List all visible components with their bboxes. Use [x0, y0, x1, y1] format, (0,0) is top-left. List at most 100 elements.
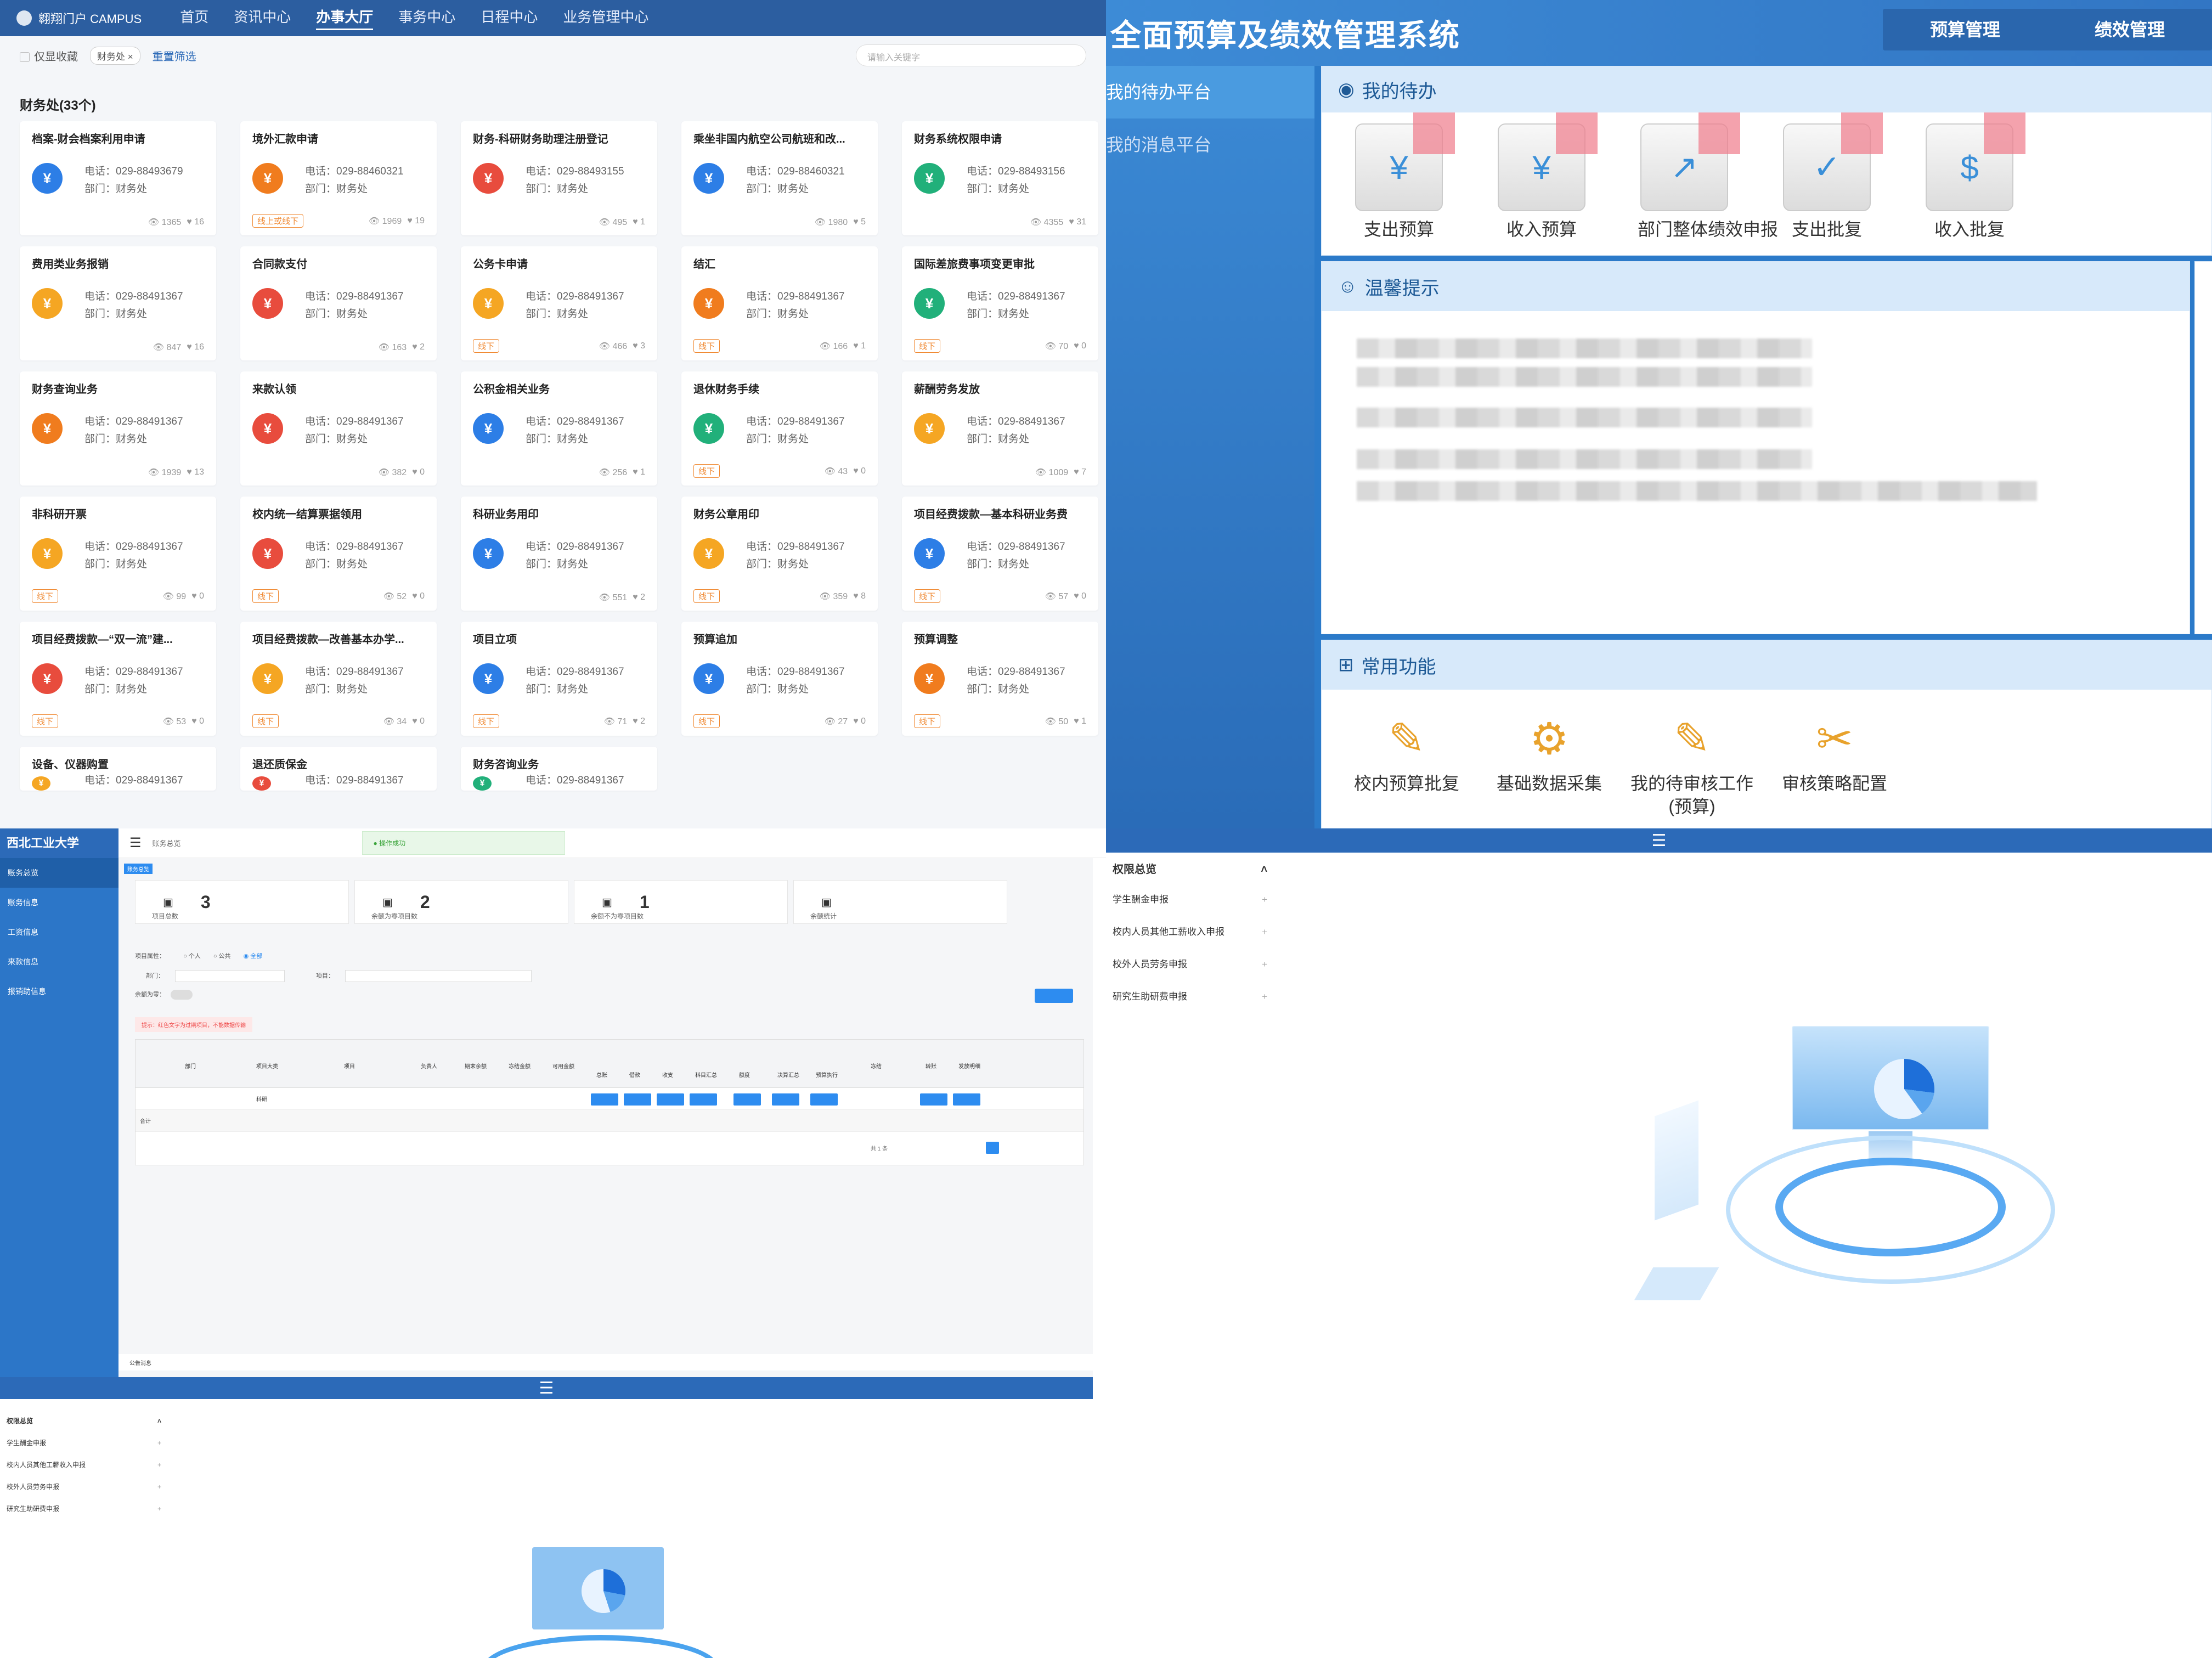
service-card[interactable]: 费用类业务报销 ¥ 电话：029-88491367 部门：财务处 👁 847 ♥ 16: [20, 246, 216, 360]
function-tile[interactable]: ⚙ 基础数据采集: [1486, 706, 1612, 818]
row-action-button[interactable]: [733, 1093, 761, 1106]
nav-item[interactable]: 日程中心: [481, 6, 538, 30]
reset-filter-link[interactable]: 重置筛选: [153, 48, 196, 64]
plus-icon[interactable]: +: [1262, 980, 1267, 1013]
like-count[interactable]: ♥ 0: [412, 467, 425, 477]
service-card[interactable]: 薪酬劳务发放 ¥ 电话：029-88491367 部门：财务处 👁 1009 ♥ 7: [902, 371, 1098, 486]
like-count[interactable]: ♥ 0: [1074, 591, 1086, 601]
todo-tile[interactable]: ✓ 支出批复: [1780, 112, 1883, 241]
todo-tile[interactable]: ¥ 收入预算: [1495, 112, 1598, 241]
chevron-up-icon[interactable]: ˄: [1261, 856, 1267, 883]
collapse-bar[interactable]: ☰: [0, 1377, 1093, 1399]
sidebar-item[interactable]: 来款信息: [0, 947, 119, 977]
sidebar-item[interactable]: 研究生助研费申报 +: [1106, 980, 1276, 1013]
service-card[interactable]: 设备、仪器购置 ¥ 电话：029-88491367: [20, 747, 216, 791]
sidebar-item[interactable]: 校内人员其他工薪收入申报 +: [0, 1454, 170, 1476]
search-button[interactable]: [1035, 989, 1073, 1003]
sidebar-item[interactable]: 研究生助研费申报 +: [0, 1498, 170, 1520]
menu-performance[interactable]: 绩效管理: [2047, 9, 2212, 50]
service-card[interactable]: 项目经费拨款—基本科研业务费 ¥ 电话：029-88491367 部门：财务处 线下 👁 …: [902, 497, 1098, 611]
row-action-button[interactable]: [920, 1093, 947, 1106]
like-count[interactable]: ♥ 19: [407, 216, 425, 226]
service-card[interactable]: 预算追加 ¥ 电话：029-88491367 部门：财务处 线下 👁 27 ♥ 0: [681, 622, 878, 736]
nav-item[interactable]: 办事大厅: [316, 6, 374, 30]
menu-icon[interactable]: ☰: [1652, 831, 1667, 850]
service-card[interactable]: 项目经费拨款—改善基本办学... ¥ 电话：029-88491367 部门：财务处 线下…: [240, 622, 437, 736]
service-card[interactable]: 财务系统权限申请 ¥ 电话：029-88493156 部门：财务处 👁 4355 ♥ 31: [902, 121, 1098, 235]
sidebar-item[interactable]: 校外人员劳务申报 +: [1106, 948, 1276, 980]
service-card[interactable]: 校内统一结算票据领用 ¥ 电话：029-88491367 部门：财务处 线下 👁 52 ♥ …: [240, 497, 437, 611]
sidebar-item[interactable]: 校内人员其他工薪收入申报 +: [1106, 916, 1276, 948]
nav-item[interactable]: 事务中心: [398, 6, 455, 30]
service-card[interactable]: 国际差旅费事项变更审批 ¥ 电话：029-88491367 部门：财务处 线下 👁 70 ♥…: [902, 246, 1098, 360]
like-count[interactable]: ♥ 1: [853, 341, 866, 351]
service-card[interactable]: 合同款支付 ¥ 电话：029-88491367 部门：财务处 👁 163 ♥ 2: [240, 246, 437, 360]
like-count[interactable]: ♥ 13: [187, 467, 204, 477]
service-card[interactable]: 财务-科研财务助理注册登记 ¥ 电话：029-88493155 部门：财务处 👁 495…: [461, 121, 657, 235]
row-action-button[interactable]: [953, 1093, 980, 1106]
like-count[interactable]: ♥ 1: [1074, 717, 1086, 726]
chevron-up-icon[interactable]: ˄: [157, 1410, 161, 1432]
sidebar-item[interactable]: 账务总览: [0, 858, 119, 888]
sidebar-item[interactable]: 工资信息: [0, 917, 119, 947]
search-input[interactable]: 请输入关键字: [856, 44, 1086, 66]
service-card[interactable]: 财务公章用印 ¥ 电话：029-88491367 部门：财务处 线下 👁 359 ♥ 8: [681, 497, 878, 611]
service-card[interactable]: 公务卡申请 ¥ 电话：029-88491367 部门：财务处 线下 👁 466 ♥ 3: [461, 246, 657, 360]
portal-logo[interactable]: 翱翔门户 CAMPUS: [16, 9, 142, 27]
service-card[interactable]: 退还质保金 ¥ 电话：029-88491367: [240, 747, 437, 791]
function-tile[interactable]: ✎ 校内预算批复: [1344, 706, 1470, 818]
like-count[interactable]: ♥ 0: [412, 717, 425, 726]
menu-icon[interactable]: ☰: [539, 1379, 554, 1398]
todo-tile[interactable]: $ 收入批复: [1923, 112, 2025, 241]
todo-tile[interactable]: ↗ 部门整体绩效申报: [1638, 112, 1778, 241]
like-count[interactable]: ♥ 8: [853, 591, 866, 601]
plus-icon[interactable]: +: [1262, 883, 1267, 916]
sidebar-item[interactable]: 学生酬金申报 +: [1106, 883, 1276, 916]
like-count[interactable]: ♥ 0: [191, 717, 204, 726]
service-card[interactable]: 公积金相关业务 ¥ 电话：029-88491367 部门：财务处 👁 256 ♥ 1: [461, 371, 657, 486]
like-count[interactable]: ♥ 1: [633, 467, 645, 477]
nav-item[interactable]: 业务管理中心: [563, 6, 648, 30]
filter-tag[interactable]: 财务处 ×: [90, 46, 140, 65]
menu-budget[interactable]: 预算管理: [1883, 9, 2047, 50]
like-count[interactable]: ♥ 3: [633, 341, 645, 351]
service-card[interactable]: 乘坐非国内航空公司航班和改... ¥ 电话：029-88460321 部门：财务处 👁 …: [681, 121, 878, 235]
service-card[interactable]: 结汇 ¥ 电话：029-88491367 部门：财务处 线下 👁 166 ♥ 1: [681, 246, 878, 360]
function-tile[interactable]: ✂ 审核策略配置: [1771, 706, 1898, 818]
like-count[interactable]: ♥ 0: [1074, 341, 1086, 351]
like-count[interactable]: ♥ 2: [412, 342, 425, 352]
like-count[interactable]: ♥ 0: [853, 717, 866, 726]
plus-icon[interactable]: +: [157, 1432, 161, 1454]
like-count[interactable]: ♥ 2: [633, 593, 645, 602]
service-card[interactable]: 财务咨询业务 ¥ 电话：029-88491367: [461, 747, 657, 791]
sidebar-item-messages[interactable]: 我的消息平台: [1106, 119, 1314, 171]
only-fav-checkbox[interactable]: 仅显收藏: [20, 48, 78, 64]
sidebar-item-todo[interactable]: 我的待办平台: [1106, 66, 1314, 119]
todo-tile[interactable]: ¥ 支出预算: [1352, 112, 1455, 241]
row-action-button[interactable]: [624, 1093, 651, 1106]
collapse-bar[interactable]: ☰: [1106, 828, 2212, 853]
like-count[interactable]: ♥ 2: [633, 717, 645, 726]
service-card[interactable]: 项目立项 ¥ 电话：029-88491367 部门：财务处 线下 👁 71 ♥ 2: [461, 622, 657, 736]
service-card[interactable]: 非科研开票 ¥ 电话：029-88491367 部门：财务处 线下 👁 99 ♥ 0: [20, 497, 216, 611]
plus-icon[interactable]: +: [157, 1476, 161, 1498]
service-card[interactable]: 来款认领 ¥ 电话：029-88491367 部门：财务处 👁 382 ♥ 0: [240, 371, 437, 486]
like-count[interactable]: ♥ 0: [191, 591, 204, 601]
like-count[interactable]: ♥ 1: [633, 217, 645, 227]
tab-overview[interactable]: 账务总览: [124, 864, 153, 874]
row-action-button[interactable]: [591, 1093, 618, 1106]
like-count[interactable]: ♥ 16: [187, 217, 204, 227]
menu-icon[interactable]: ☰: [129, 835, 142, 851]
sidebar-item[interactable]: 账务信息: [0, 888, 119, 917]
like-count[interactable]: ♥ 7: [1074, 467, 1086, 477]
service-card[interactable]: 退休财务手续 ¥ 电话：029-88491367 部门：财务处 线下 👁 43 ♥ 0: [681, 371, 878, 486]
page-1-button[interactable]: [986, 1142, 999, 1154]
nav-item[interactable]: 资讯中心: [234, 6, 291, 30]
service-card[interactable]: 档案-财会档案利用申请 ¥ 电话：029-88493679 部门：财务处 👁 1365 ♥…: [20, 121, 216, 235]
like-count[interactable]: ♥ 0: [853, 466, 866, 476]
plus-icon[interactable]: +: [1262, 916, 1267, 948]
row-action-button[interactable]: [810, 1093, 838, 1106]
service-card[interactable]: 项目经费拨款—“双一流”建... ¥ 电话：029-88491367 部门：财务处 线下…: [20, 622, 216, 736]
like-count[interactable]: ♥ 16: [187, 342, 204, 352]
function-tile[interactable]: ✎ 我的待审核工作(预算): [1629, 706, 1755, 818]
